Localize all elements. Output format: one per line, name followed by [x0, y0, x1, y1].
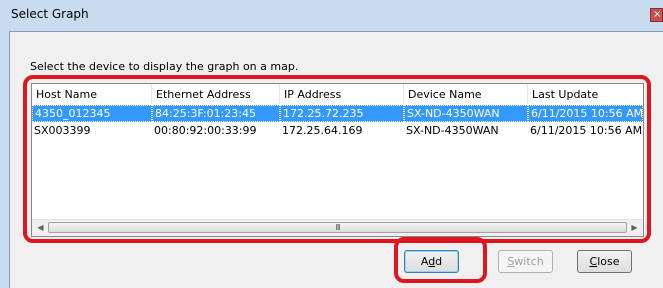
add-button-highlight-annotation — [394, 237, 487, 283]
close-button[interactable]: Close — [577, 250, 632, 273]
window-title: Select Graph — [11, 7, 89, 21]
list-highlight-annotation — [23, 75, 651, 243]
title-bar[interactable]: Select Graph × — [0, 0, 663, 28]
instruction-text: Select the device to display the graph o… — [30, 60, 299, 73]
close-icon[interactable]: × — [650, 8, 663, 22]
switch-button[interactable]: Switch — [498, 250, 553, 273]
